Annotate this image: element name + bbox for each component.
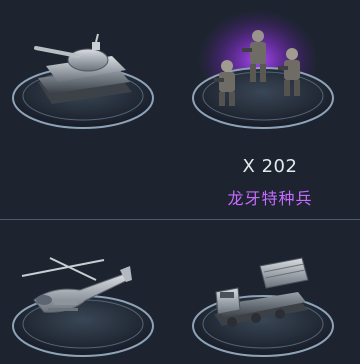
unit-card-special-forces[interactable] [180, 0, 360, 140]
unit-card-tank[interactable] [0, 0, 180, 140]
divider [0, 219, 360, 220]
pedestal [12, 295, 154, 357]
unit-name: 龙牙特种兵 [227, 189, 313, 208]
unit-card-rocket-launcher[interactable] [180, 230, 360, 360]
unit-info: X 202 龙牙特种兵 [190, 152, 350, 212]
soldiers-icon [192, 10, 334, 129]
helicopter-icon [12, 257, 154, 357]
unit-card-helicopter[interactable] [0, 230, 180, 360]
unit-count: X 202 [242, 156, 298, 177]
rocket-launcher-icon [192, 257, 334, 357]
tank-icon [12, 33, 154, 129]
